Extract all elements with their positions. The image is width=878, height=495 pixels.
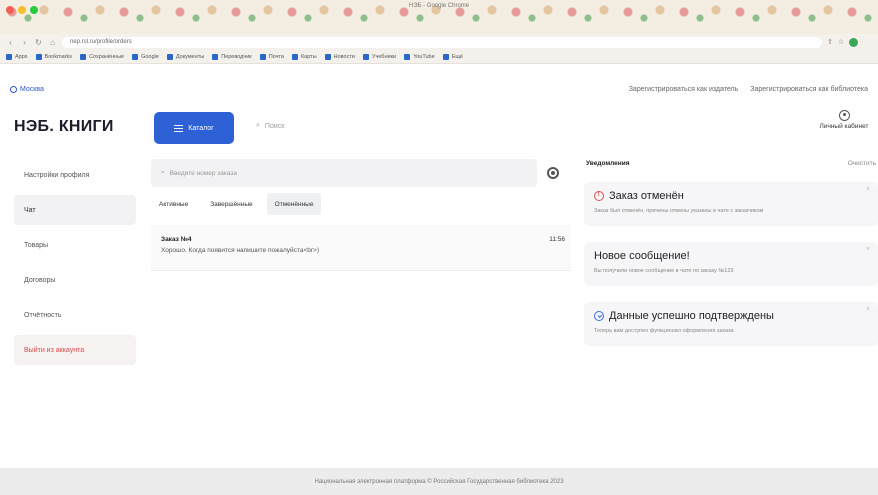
notification-title: Новое сообщение! <box>594 250 690 262</box>
browser-chrome: НЭБ - Google Chrome ‹ › ↻ ⌂ nep.rsl.ru/p… <box>0 0 878 82</box>
bookmark-item[interactable]: Apps <box>6 53 28 60</box>
notification-card: × Данные успешно подтверждены Теперь вам… <box>584 302 878 346</box>
bookmark-item[interactable]: Новости <box>324 53 355 60</box>
alert-circle-icon <box>594 191 604 201</box>
url-input[interactable]: nep.rsl.ru/profile/orders <box>62 36 822 48</box>
city-label: Москва <box>20 85 44 93</box>
bookmark-item[interactable]: Сохранённые <box>80 53 124 60</box>
bookmark-item[interactable]: Почта <box>259 53 284 60</box>
profile-sidebar: Настройки профиля Чат Товары Договоры От… <box>14 160 136 370</box>
register-library-link[interactable]: Зарегистрироваться как библиотека <box>750 86 868 93</box>
order-time: 11:56 <box>549 236 565 243</box>
notification-text: Заказ был отменён, причины отмены указан… <box>594 208 764 214</box>
site-top-strip: Москва Зарегистрироваться как издатель З… <box>0 82 878 96</box>
notification-card: × Новое сообщение! Вы получили новое соо… <box>584 242 878 286</box>
header-search[interactable]: ⌕ Поиск <box>256 122 284 130</box>
clear-notifications-button[interactable]: Очистить <box>848 160 876 174</box>
site-logo[interactable]: НЭБ. КНИГИ <box>14 118 114 136</box>
bookmark-icon <box>132 53 139 60</box>
sidebar-item-logout[interactable]: Выйти из аккаунта <box>14 335 136 365</box>
back-icon[interactable]: ‹ <box>6 38 15 47</box>
notifications-panel: Уведомления Очистить × Заказ отменён Зак… <box>584 160 878 346</box>
order-search-placeholder: Введите номер заказа <box>169 169 238 177</box>
account-button[interactable]: Личный кабинет <box>814 110 874 130</box>
order-search-input[interactable]: ⌕ Введите номер заказа <box>151 159 537 187</box>
filter-settings-icon[interactable] <box>547 167 559 179</box>
bookmark-item[interactable]: Google <box>132 53 159 60</box>
bookmark-icon <box>35 53 42 60</box>
bookmark-icon <box>362 53 369 60</box>
tab-completed[interactable]: Завершённые <box>202 193 260 215</box>
account-label: Личный кабинет <box>819 123 869 130</box>
address-bar-row: ‹ › ↻ ⌂ nep.rsl.ru/profile/orders ⇪ ☆ <box>0 34 878 50</box>
catalog-button[interactable]: Каталог <box>154 112 234 144</box>
bookmark-item[interactable]: YouTube <box>404 53 435 60</box>
window-title: НЭБ - Google Chrome <box>408 3 470 9</box>
bookmark-item[interactable]: Учебники <box>362 53 396 60</box>
bookmarks-bar: Apps Bookmarks Сохранённые Google Докуме… <box>0 50 878 64</box>
order-last-message: Хорошо. Когда появится напишите пожалуйс… <box>161 247 319 254</box>
star-icon[interactable]: ☆ <box>838 38 844 46</box>
bookmark-icon <box>324 53 331 60</box>
notifications-header: Уведомления Очистить <box>584 160 878 174</box>
bookmark-icon <box>259 53 266 60</box>
sidebar-item-contracts[interactable]: Договоры <box>14 265 136 295</box>
catalog-label: Каталог <box>188 124 214 132</box>
header-search-input[interactable]: Поиск <box>265 123 284 130</box>
bookmark-icon <box>166 53 173 60</box>
notification-title: Заказ отменён <box>609 190 684 202</box>
bookmark-item[interactable]: Документы <box>166 53 204 60</box>
share-icon[interactable]: ⇪ <box>827 38 833 46</box>
close-icon[interactable]: × <box>866 306 870 313</box>
bookmark-item[interactable]: Карты <box>291 53 317 60</box>
order-list-item[interactable]: Заказ №4 Хорошо. Когда появится напишите… <box>151 225 571 271</box>
sidebar-item-settings[interactable]: Настройки профиля <box>14 160 136 190</box>
register-publisher-link[interactable]: Зарегистрироваться как издатель <box>629 86 739 93</box>
bookmark-icon <box>404 53 411 60</box>
bookmark-icon <box>291 53 298 60</box>
browser-titlebar: НЭБ - Google Chrome <box>0 0 878 34</box>
footer-copyright: Национальная электронная платформа © Рос… <box>314 478 564 485</box>
close-icon[interactable]: × <box>866 186 870 193</box>
notifications-title: Уведомления <box>586 160 630 167</box>
tab-cancelled[interactable]: Отменённые <box>266 193 322 215</box>
menu-icon <box>174 124 184 132</box>
search-icon: ⌕ <box>161 169 165 176</box>
city-selector[interactable]: Москва <box>10 85 44 93</box>
user-icon <box>838 110 850 121</box>
notification-title: Данные успешно подтверждены <box>609 310 774 322</box>
order-title: Заказ №4 <box>161 236 192 243</box>
notification-card: × Заказ отменён Заказ был отменён, причи… <box>584 182 878 226</box>
close-icon[interactable]: × <box>866 246 870 253</box>
search-icon: ⌕ <box>256 122 260 129</box>
reload-icon[interactable]: ↻ <box>34 38 43 47</box>
sidebar-item-products[interactable]: Товары <box>14 230 136 260</box>
order-tabs: Активные Завершённые Отменённые <box>151 193 571 215</box>
bookmark-icon <box>442 53 449 60</box>
bookmark-item[interactable]: Bookmarks <box>35 53 72 60</box>
orders-panel: ⌕ Введите номер заказа Активные Завершён… <box>151 159 571 271</box>
notification-text: Вы получили новое сообщение в чате по за… <box>594 268 734 274</box>
extension-icon[interactable] <box>849 37 859 47</box>
forward-icon[interactable]: › <box>20 38 29 47</box>
tab-active[interactable]: Активные <box>151 193 196 215</box>
bookmark-item[interactable]: Ещё <box>442 53 463 60</box>
site-footer: Национальная электронная платформа © Рос… <box>0 468 878 495</box>
bookmark-icon <box>80 53 87 60</box>
notification-text: Теперь вам доступен функционал оформлени… <box>594 328 734 334</box>
bookmark-icon <box>212 53 219 60</box>
bookmark-icon <box>6 53 12 60</box>
site-header: НЭБ. КНИГИ Каталог ⌕ Поиск Личный кабине… <box>0 106 878 150</box>
registration-links: Зарегистрироваться как издатель Зарегист… <box>629 86 868 93</box>
sidebar-item-chat[interactable]: Чат <box>14 195 136 225</box>
bookmark-item[interactable]: Переводчик <box>212 53 252 60</box>
sidebar-item-reports[interactable]: Отчётность <box>14 300 136 330</box>
check-circle-icon <box>594 311 604 321</box>
order-search-row: ⌕ Введите номер заказа <box>151 159 571 187</box>
location-pin-icon <box>10 85 17 93</box>
home-icon[interactable]: ⌂ <box>48 38 57 47</box>
